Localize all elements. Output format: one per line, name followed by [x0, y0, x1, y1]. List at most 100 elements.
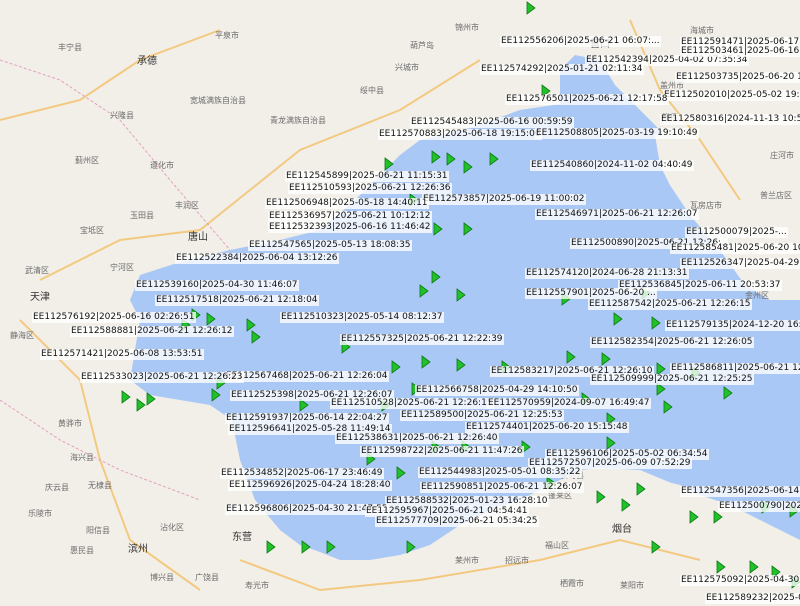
vessel-marker-icon[interactable]: [455, 358, 467, 372]
city-label: 福山区: [545, 541, 569, 550]
vessel-label[interactable]: EE112506948|2025-05-18 14:40:11: [265, 198, 429, 209]
city-label: 遵化市: [150, 161, 174, 170]
vessel-marker-icon[interactable]: [145, 392, 157, 406]
vessel-label[interactable]: EE112503735|2025-06-20 10:...: [675, 72, 800, 83]
vessel-label[interactable]: EE112557325|2025-06-21 12:22:39: [340, 334, 504, 345]
vessel-label[interactable]: EE112557901|2025-06-20 ...: [525, 288, 657, 299]
vessel-label[interactable]: EE112587542|2025-06-21 12:26:15: [588, 299, 752, 310]
vessel-label[interactable]: EE112590851|2025-06-21 12:26:07: [420, 482, 584, 493]
vessel-marker-icon[interactable]: [605, 436, 617, 450]
vessel-marker-icon[interactable]: [455, 288, 467, 302]
vessel-marker-icon[interactable]: [650, 540, 662, 554]
vessel-label[interactable]: EE112596806|2025-04-30 21:47:55: [225, 504, 389, 515]
vessel-label[interactable]: EE112522384|2025-06-04 13:12:26: [175, 253, 339, 264]
vessel-marker-icon[interactable]: [722, 386, 734, 400]
vessel-marker-icon[interactable]: [600, 352, 612, 366]
vessel-marker-icon[interactable]: [250, 330, 262, 344]
vessel-label[interactable]: EE112510593|2025-06-21 12:26:36: [288, 183, 452, 194]
vessel-label[interactable]: EE112589500|2025-06-21 12:25:53: [400, 410, 564, 421]
vessel-label[interactable]: EE112575092|2025-04-30 13:...: [680, 575, 800, 586]
vessel-label[interactable]: EE112547356|2025-06-14 17:50:1: [680, 486, 800, 497]
vessel-label[interactable]: EE112574292|2025-01-21 02:11:34: [480, 64, 644, 75]
vessel-label[interactable]: EE112573857|2025-06-19 11:00:02: [422, 194, 586, 205]
vessel-marker-icon[interactable]: [635, 482, 647, 496]
vessel-marker-icon[interactable]: [120, 390, 132, 404]
vessel-marker-icon[interactable]: [265, 540, 277, 554]
vessel-marker-icon[interactable]: [650, 316, 662, 330]
vessel-label[interactable]: EE112510528|2025-06-21 12:26:15: [330, 398, 494, 409]
vessel-marker-icon[interactable]: [715, 560, 727, 574]
vessel-marker-icon[interactable]: [595, 490, 607, 504]
vessel-label[interactable]: EE112546971|2025-06-21 12:26:07: [535, 209, 699, 220]
vessel-marker-icon[interactable]: [300, 540, 312, 554]
city-label: 武清区: [25, 266, 49, 275]
vessel-marker-icon[interactable]: [462, 222, 474, 236]
vessel-label[interactable]: EE112500079|2025-...: [685, 227, 788, 238]
vessel-label[interactable]: EE112577709|2025-06-21 05:34:25: [375, 516, 539, 527]
vessel-marker-icon[interactable]: [662, 400, 674, 414]
vessel-label[interactable]: EE112588881|2025-06-21 12:26:12: [70, 326, 234, 337]
vessel-marker-icon[interactable]: [445, 152, 457, 166]
vessel-marker-icon[interactable]: [462, 160, 474, 174]
vessel-label[interactable]: EE112596926|2025-04-24 18:28:40: [228, 480, 392, 491]
vessel-label[interactable]: EE112571421|2025-06-08 13:53:51: [40, 349, 204, 360]
vessel-label[interactable]: EE112526347|2025-04-29 18:03:...: [680, 258, 800, 269]
vessel-marker-icon[interactable]: [620, 498, 632, 512]
vessel-marker-icon[interactable]: [420, 355, 432, 369]
vessel-label[interactable]: EE112585481|2025-06-20 10:01:...: [670, 243, 800, 254]
vessel-marker-icon[interactable]: [405, 540, 417, 554]
vessel-label[interactable]: EE112508805|2025-03-19 19:10:49: [535, 128, 699, 139]
vessel-label[interactable]: EE112536957|2025-06-21 10:12:12: [268, 211, 432, 222]
vessel-label[interactable]: EE112538631|2025-06-21 12:26:40: [335, 433, 499, 444]
vessel-marker-icon[interactable]: [488, 152, 500, 166]
vessel-marker-icon[interactable]: [612, 312, 624, 326]
vessel-marker-icon[interactable]: [430, 150, 442, 164]
vessel-label[interactable]: EE112533023|2025-06-21 12:26:23: [80, 372, 244, 383]
vessel-label[interactable]: EE112579135|2024-12-20 16:59:23: [665, 320, 800, 331]
vessel-label[interactable]: EE112589232|2025-06-...: [705, 593, 800, 604]
vessel-marker-icon[interactable]: [712, 510, 724, 524]
vessel-label[interactable]: EE112598722|2025-06-21 11:47:26: [360, 446, 524, 457]
vessel-label[interactable]: EE112576192|2025-06-16 02:26:51: [32, 312, 196, 323]
vessel-marker-icon[interactable]: [418, 284, 430, 298]
vessel-marker-icon[interactable]: [525, 1, 537, 15]
vessel-label[interactable]: EE112570883|2025-06-18 19:15:06: [378, 129, 542, 140]
vessel-marker-icon[interactable]: [325, 540, 337, 554]
vessel-label[interactable]: EE112570959|2024-09-07 16:49:47: [487, 398, 651, 409]
vessel-marker-icon[interactable]: [395, 466, 407, 480]
vessel-label[interactable]: EE112532393|2025-06-16 11:46:42: [268, 222, 432, 233]
vessel-label[interactable]: EE112582354|2025-06-21 12:26:05: [590, 337, 754, 348]
vessel-label[interactable]: EE112567468|2025-06-21 12:26:04: [225, 371, 389, 382]
map-view[interactable]: 承德天津唐山滨州烟台营口丰宁县平泉市宽城满族自治县青龙满族自治县绥中县兴隆县遵化…: [0, 0, 800, 606]
vessel-label[interactable]: EE112534852|2025-06-17 23:46:49: [220, 468, 384, 479]
vessel-label[interactable]: EE112544983|2025-05-01 08:35:22: [418, 467, 582, 478]
vessel-label[interactable]: EE112574401|2025-06-20 15:15:48: [465, 422, 629, 433]
vessel-label[interactable]: EE112540860|2024-11-02 04:40:49: [530, 160, 694, 171]
vessel-label[interactable]: EE112502010|2025-05-02 19:32:...: [663, 90, 800, 101]
vessel-label[interactable]: EE112539160|2025-04-30 11:46:07: [135, 280, 299, 291]
vessel-marker-icon[interactable]: [432, 222, 444, 236]
vessel-label[interactable]: EE112510323|2025-05-14 08:12:37: [280, 312, 444, 323]
vessel-label[interactable]: EE112517518|2025-06-21 12:18:04: [155, 295, 319, 306]
vessel-marker-icon[interactable]: [383, 157, 395, 171]
vessel-marker-icon[interactable]: [430, 270, 442, 284]
vessel-label[interactable]: EE112545483|2025-06-16 00:59:59: [410, 117, 574, 128]
vessel-label[interactable]: EE112576501|2025-06-21 12:17:58: [505, 94, 669, 105]
vessel-label[interactable]: EE112574120|2024-06-28 21:13:31: [525, 268, 689, 279]
vessel-label[interactable]: EE112545899|2025-06-21 11:15:31: [285, 171, 449, 182]
vessel-marker-icon[interactable]: [210, 388, 222, 402]
vessel-label[interactable]: EE112503461|2025-06-16 17:45:02: [680, 46, 800, 57]
vessel-label[interactable]: EE112580316|2024-11-13 10:57:13: [660, 114, 800, 125]
vessel-marker-icon[interactable]: [688, 510, 700, 524]
vessel-marker-icon[interactable]: [205, 312, 217, 326]
vessel-label[interactable]: EE112591937|2025-06-14 22:04:27: [225, 413, 389, 424]
vessel-marker-icon[interactable]: [390, 360, 402, 374]
vessel-label[interactable]: EE112566758|2025-04-29 14:10:50: [415, 385, 579, 396]
vessel-marker-icon[interactable]: [565, 350, 577, 364]
vessel-marker-icon[interactable]: [748, 560, 760, 574]
vessel-label[interactable]: EE112547565|2025-05-13 18:08:35: [248, 240, 412, 251]
vessel-label[interactable]: EE112500790|2025-...: [718, 501, 800, 512]
vessel-label[interactable]: EE112556206|2025-06-21 06:07:...: [500, 36, 661, 47]
vessel-label[interactable]: EE112509999|2025-06-21 12:25:25: [590, 374, 754, 385]
vessel-label[interactable]: EE112586811|2025-06-21 12:26:...: [670, 363, 800, 374]
